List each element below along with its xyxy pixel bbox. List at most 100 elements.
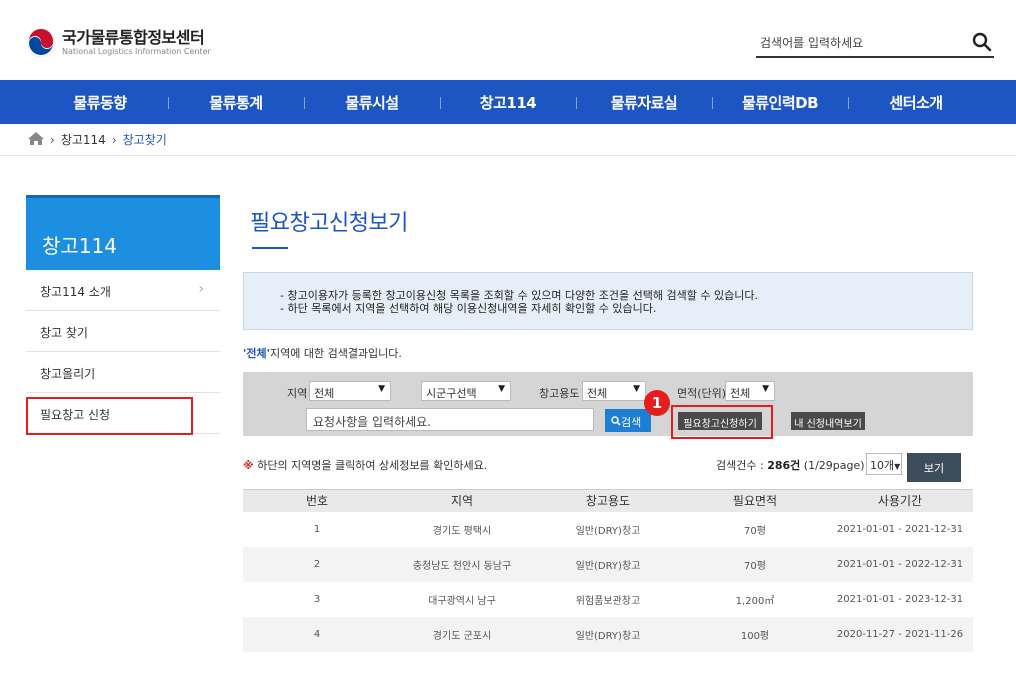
count-value: 286건: [767, 459, 801, 472]
filter-search-button[interactable]: 검색: [605, 409, 651, 432]
search-icon[interactable]: [972, 32, 992, 52]
usage-select-value: 전체: [587, 387, 608, 400]
col-number: 번호: [243, 489, 391, 512]
cell-number: 2: [243, 546, 391, 582]
area-label: 면적(단위): [677, 387, 727, 400]
taegeuk-logo-icon: [26, 28, 56, 58]
sidebar-item-find[interactable]: 창고 찾기: [26, 311, 220, 352]
search-input[interactable]: [756, 31, 956, 55]
request-input[interactable]: 요청사항을 입력하세요.: [306, 408, 594, 431]
per-page-value: 10개: [870, 459, 895, 472]
nav-item-center-intro[interactable]: 센터소개: [848, 92, 984, 113]
title-underline: [252, 247, 288, 249]
site-logo[interactable]: 국가물류통합정보센터 National Logistics Informatio…: [26, 28, 211, 58]
region-select-value: 전체: [314, 387, 335, 400]
search-icon: [611, 416, 621, 426]
chevron-down-icon: ▼: [498, 384, 505, 394]
cell-period: 2021-01-01 - 2022-12-31: [827, 546, 973, 582]
per-page-select[interactable]: 10개▼: [866, 453, 902, 475]
count-page: (1/29page): [800, 459, 865, 472]
page-title: 필요창고신청보기: [250, 211, 408, 236]
breadcrumb: › 창고114 › 창고찾기: [28, 131, 167, 148]
district-select-value: 시군구선택: [426, 387, 477, 400]
my-requests-button[interactable]: 내 신청내역보기: [791, 412, 865, 430]
note-text: 하단의 지역명을 클릭하여 상세정보를 확인하세요.: [253, 459, 488, 472]
sidebar-item-intro[interactable]: 창고114 소개 ›: [26, 270, 220, 311]
table-row: 2 충청남도 천안시 동남구 일반(DRY)창고 70평 2021-01-01 …: [243, 546, 973, 582]
sidebar-item-label: 창고 찾기: [40, 326, 88, 340]
result-count: 검색건수 : 286건 (1/29page): [716, 457, 865, 473]
cell-usage: 위험품보관창고: [575, 595, 641, 607]
cell-period: 2020-11-27 - 2021-11-26: [827, 616, 973, 652]
count-label: 검색건수 :: [716, 459, 768, 472]
chevron-right-icon: ›: [50, 132, 55, 147]
sidebar-item-label: 창고올리기: [40, 367, 96, 381]
highlight-box: [671, 405, 773, 439]
usage-select[interactable]: 전체 ▼: [582, 381, 646, 401]
chevron-right-icon: ›: [111, 132, 117, 147]
chevron-down-icon: ▼: [378, 384, 385, 394]
cell-number: 3: [313, 593, 321, 605]
sidebar-item-request[interactable]: 필요창고 신청: [26, 393, 220, 435]
table-note: ※ 하단의 지역명을 클릭하여 상세정보를 확인하세요.: [243, 457, 487, 473]
cell-region[interactable]: 충청남도 천안시 동남구: [391, 546, 533, 582]
chevron-down-icon: ▼: [633, 384, 640, 394]
breadcrumb-divider: [0, 155, 1016, 156]
filter-search-label: 검색: [621, 416, 642, 429]
nav-item-workforce-db[interactable]: 물류인력DB: [712, 92, 848, 113]
breadcrumb-current[interactable]: 창고찾기: [123, 131, 167, 148]
chevron-right-icon: ›: [198, 281, 204, 297]
cell-region[interactable]: 경기도 군포시: [391, 616, 533, 652]
nav-item-library[interactable]: 물류자료실: [576, 92, 712, 113]
table-row: 3 대구광역시 남구 위험품보관창고 1,200㎡ 2021-01-01 - 2…: [243, 582, 973, 617]
cell-period: 2021-01-01 - 2023-12-31: [836, 593, 964, 605]
main-nav: 물류동향 물류통계 물류시설 창고114 물류자료실 물류인력DB 센터소개: [0, 80, 1016, 124]
cell-region[interactable]: 대구광역시 남구: [391, 582, 533, 617]
view-button[interactable]: 보기: [907, 453, 961, 482]
area-select[interactable]: 전체 ▼: [725, 381, 775, 401]
cell-area: 70평: [744, 525, 766, 537]
cell-region[interactable]: 경기도 평택시: [391, 512, 533, 547]
cell-usage: 일반(DRY)창고: [575, 525, 641, 537]
table-header-row: 번호 지역 창고용도 필요면적 사용기간: [243, 489, 973, 512]
sidebar-menu: 창고114 소개 › 창고 찾기 창고올리기 필요창고 신청: [26, 270, 220, 435]
cell-usage: 일반(DRY)창고: [533, 616, 683, 652]
sidebar-item-label: 창고114 소개: [40, 285, 111, 299]
region-select[interactable]: 전체 ▼: [309, 381, 391, 401]
note-mark: ※: [243, 459, 254, 472]
logo-subtitle: National Logistics Information Center: [62, 47, 211, 56]
header: 국가물류통합정보센터 National Logistics Informatio…: [0, 0, 1016, 80]
area-select-value: 전체: [730, 387, 751, 400]
col-region: 지역: [391, 489, 533, 512]
col-usage: 창고용도: [533, 489, 683, 512]
sidebar-item-upload[interactable]: 창고올리기: [26, 352, 220, 393]
request-table: 번호 지역 창고용도 필요면적 사용기간 1 경기도 평택시 일반(DRY)창고…: [243, 489, 973, 652]
cell-area: 1,200㎡: [735, 595, 775, 607]
breadcrumb-level1[interactable]: 창고114: [61, 131, 106, 148]
header-search: [756, 28, 994, 58]
cell-usage: 일반(DRY)창고: [533, 546, 683, 582]
nav-item-logistics-trend[interactable]: 물류동향: [32, 92, 168, 113]
cell-area: 100평: [683, 616, 827, 652]
home-icon[interactable]: [28, 131, 44, 148]
col-period: 사용기간: [827, 489, 973, 512]
filter-panel: 지역 전체 ▼ 시군구선택 ▼ 창고용도 전체 ▼ 면적(단위) 전체 ▼ 요청사항을 …: [243, 372, 973, 436]
result-summary: '전체'지역에 대한 검색결과입니다.: [243, 345, 402, 361]
cell-number: 1: [313, 523, 321, 535]
nav-item-warehouse114[interactable]: 창고114: [440, 92, 576, 113]
chevron-down-icon: ▼: [762, 384, 769, 394]
col-area: 필요면적: [683, 489, 827, 512]
cell-period: 2021-01-01 - 2021-12-31: [836, 523, 964, 535]
sidebar-title: 창고114: [26, 195, 220, 270]
step-marker: 1: [644, 390, 670, 416]
table-row: 1 경기도 평택시 일반(DRY)창고 70평 2021-01-01 - 202…: [243, 512, 973, 547]
info-box: - 창고이용자가 등록한 창고이용신청 목록을 조회할 수 있으며 다양한 조건…: [243, 272, 973, 330]
chevron-down-icon: ▼: [894, 462, 901, 471]
nav-item-logistics-facility[interactable]: 물류시설: [304, 92, 440, 113]
sidebar-item-label: 필요창고 신청: [40, 408, 111, 422]
region-label: 지역: [287, 387, 308, 400]
logo-title: 국가물류통합정보센터: [62, 28, 205, 47]
district-select[interactable]: 시군구선택 ▼: [421, 381, 511, 401]
usage-label: 창고용도: [539, 387, 580, 400]
nav-item-logistics-stats[interactable]: 물류통계: [168, 92, 304, 113]
